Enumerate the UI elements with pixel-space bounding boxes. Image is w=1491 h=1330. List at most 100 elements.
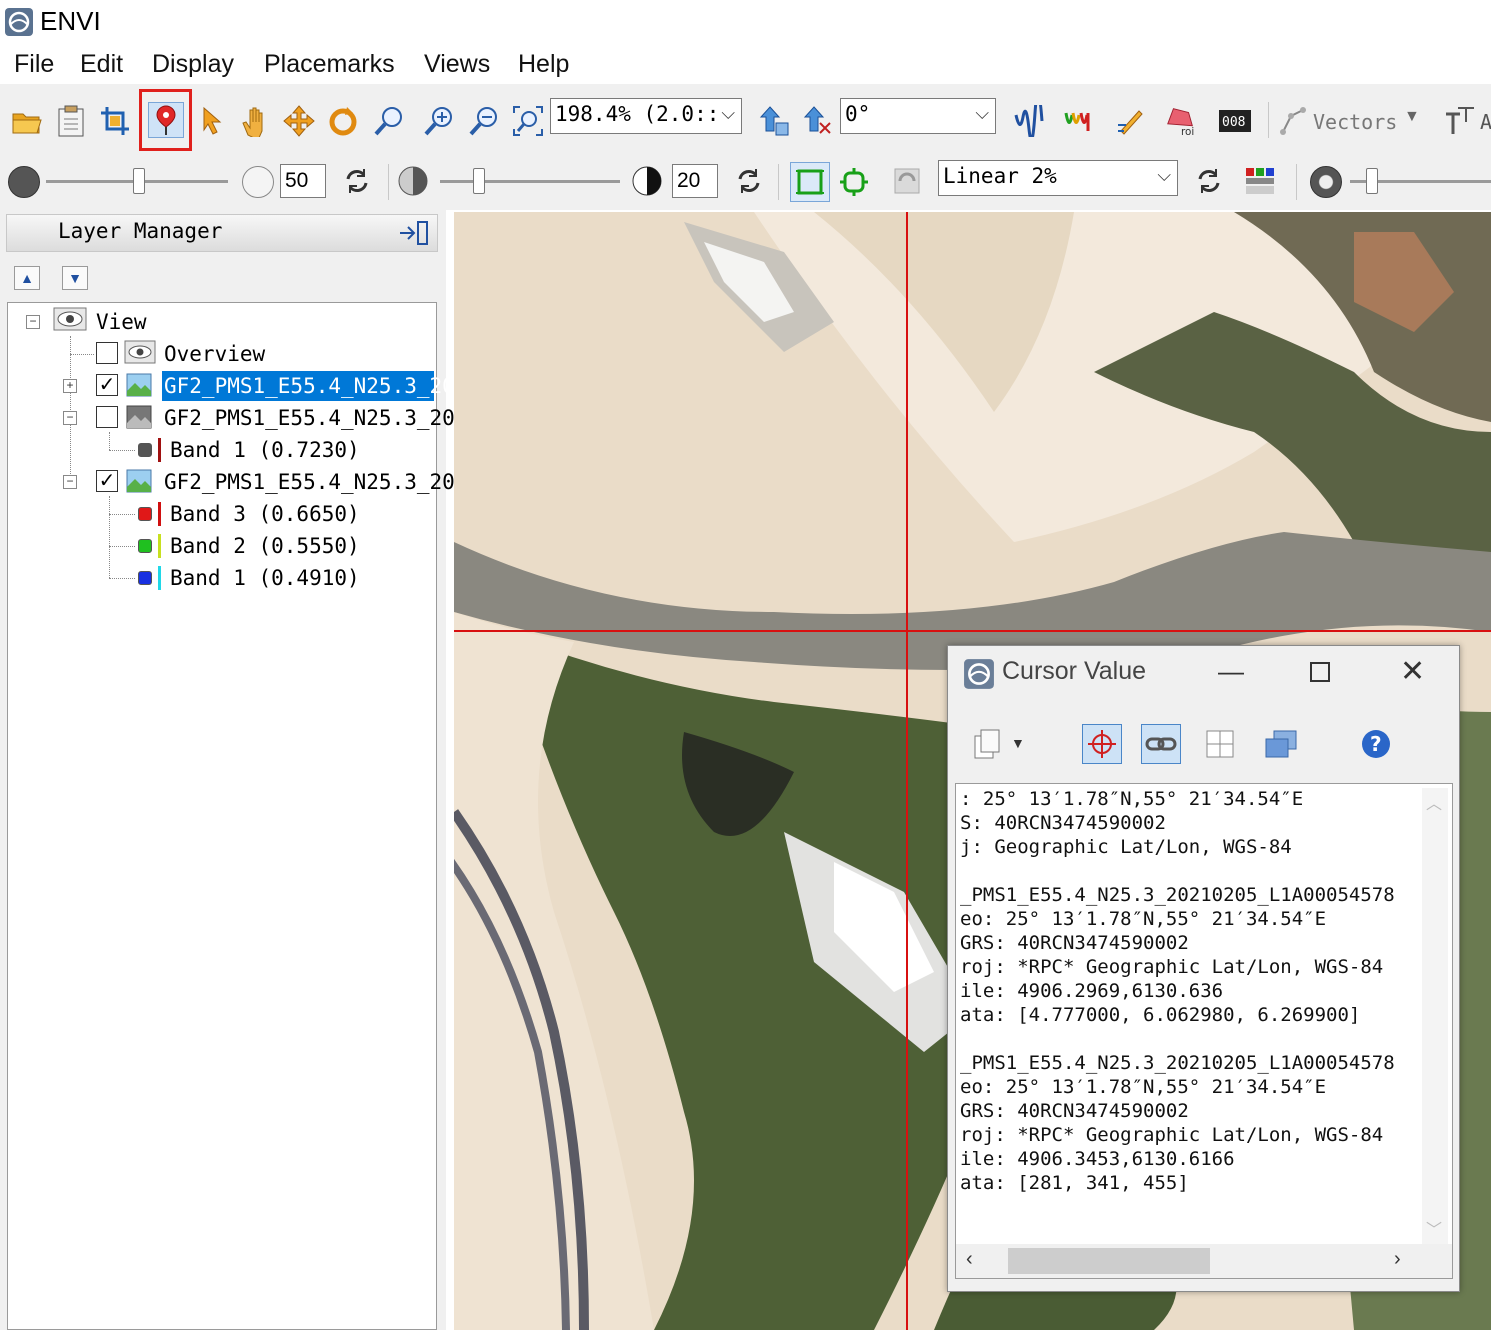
help-icon[interactable]: ? — [1359, 727, 1393, 761]
select-arrow-icon[interactable] — [195, 104, 229, 138]
sharpen-icon — [1310, 166, 1342, 198]
close-button[interactable]: ✕ — [1400, 654, 1425, 689]
menu-views[interactable]: Views — [424, 50, 490, 79]
zoom-in-icon[interactable] — [422, 104, 456, 138]
cursor-value-line: eo: 25° 13′1.78″N,55° 21′34.54″E — [960, 1076, 1327, 1098]
maximize-button[interactable] — [1310, 662, 1330, 682]
horizontal-scroll-thumb[interactable] — [1008, 1248, 1210, 1274]
copy-dropdown-icon[interactable]: ▼ — [1011, 735, 1025, 751]
cursor-value-line: eo: 25° 13′1.78″N,55° 21′34.54″E — [960, 908, 1327, 930]
collapse-layer-toggle[interactable]: − — [63, 411, 77, 425]
sharpen-slider-thumb[interactable] — [1366, 168, 1378, 194]
tree-item-layer-3[interactable]: GF2_PMS1_E55.4_N25.3_20 — [164, 470, 455, 494]
tree-item-band[interactable]: Band 2 (0.5550) — [170, 534, 360, 558]
vectors-label[interactable]: Vectors — [1313, 110, 1397, 134]
collapse-layer-toggle[interactable]: − — [63, 475, 77, 489]
cursor-value-line: roj: *RPC* Geographic Lat/Lon, WGS-84 — [960, 956, 1384, 978]
text-tool-icon[interactable] — [1444, 104, 1478, 138]
cursor-value-line: ile: 4906.2969,6130.636 — [960, 980, 1224, 1002]
stretch-options-icon[interactable] — [890, 164, 924, 198]
tree-item-overview[interactable]: Overview — [164, 342, 265, 366]
tree-connector — [109, 546, 135, 547]
menu-display[interactable]: Display — [152, 50, 234, 79]
zoom-icon[interactable] — [372, 104, 406, 138]
scroll-left-icon[interactable]: ‹ — [966, 1248, 973, 1271]
tree-item-band[interactable]: Band 1 (0.7230) — [170, 438, 360, 462]
expand-layer-toggle[interactable]: + — [63, 379, 77, 393]
rotate-icon[interactable] — [326, 104, 360, 138]
rotate-view-icon[interactable] — [800, 104, 834, 138]
toolbar-separator — [1268, 102, 1269, 138]
vectors-icon[interactable] — [1276, 104, 1310, 138]
menu-edit[interactable]: Edit — [80, 50, 123, 79]
roi-icon[interactable]: roi — [1164, 104, 1198, 138]
contrast-field[interactable]: 20 — [672, 164, 718, 198]
copy-icon[interactable] — [968, 727, 1008, 761]
cursor-value-line: j: Geographic Lat/Lon, WGS-84 — [960, 836, 1292, 858]
crop-icon[interactable] — [98, 104, 132, 138]
scroll-down-icon[interactable]: ﹀ — [1426, 1216, 1442, 1240]
band-color-swatch — [138, 443, 152, 457]
menu-file[interactable]: File — [14, 50, 54, 79]
dock-panel-icon[interactable] — [398, 219, 430, 247]
north-up-icon[interactable] — [756, 104, 790, 138]
move-layer-up-button[interactable]: ▲ — [14, 266, 40, 290]
zoom-combo[interactable]: 198.4% (2.0:: ⌵ — [550, 98, 742, 134]
tree-item-layer-2[interactable]: GF2_PMS1_E55.4_N25.3_20 — [164, 406, 455, 430]
grayscale-layer-icon — [126, 405, 152, 429]
move-layer-down-button[interactable]: ▼ — [62, 266, 88, 290]
contrast-slider-thumb[interactable] — [473, 168, 485, 194]
crosshair-locate-icon[interactable] — [1082, 724, 1122, 764]
contrast-low-icon — [398, 166, 428, 196]
reset-brightness-icon[interactable] — [340, 164, 374, 198]
svg-text:?: ? — [1370, 732, 1382, 756]
menu-help[interactable]: Help — [518, 50, 569, 79]
layer-1-checkbox[interactable]: ✓ — [96, 374, 118, 396]
full-extent-stretch-icon[interactable] — [790, 162, 830, 202]
grid-layout-icon[interactable] — [1203, 727, 1237, 761]
placemark-pin-icon[interactable] — [148, 102, 184, 138]
move-icon[interactable] — [282, 104, 316, 138]
layer-2-checkbox[interactable] — [96, 406, 118, 428]
tree-item-band[interactable]: Band 1 (0.4910) — [170, 566, 360, 590]
layer-3-checkbox[interactable]: ✓ — [96, 470, 118, 492]
app-title: ENVI — [40, 6, 101, 36]
collapse-view-toggle[interactable]: − — [26, 315, 40, 329]
brightness-field[interactable]: 50 — [280, 164, 326, 198]
rotation-combo[interactable]: 0° ⌵ — [840, 98, 996, 134]
tree-connector — [70, 336, 71, 482]
view-extent-stretch-icon[interactable] — [834, 162, 874, 202]
vectors-dropdown-icon[interactable]: ▼ — [1404, 108, 1420, 126]
pan-hand-icon[interactable] — [238, 104, 272, 138]
link-views-icon[interactable] — [1141, 724, 1181, 764]
menu-placemarks[interactable]: Placemarks — [264, 50, 395, 79]
clipboard-icon[interactable] — [54, 104, 88, 138]
cascade-windows-icon[interactable] — [1264, 727, 1298, 761]
reset-contrast-icon[interactable] — [732, 164, 766, 198]
scroll-right-icon[interactable]: › — [1394, 1248, 1401, 1271]
overview-checkbox[interactable] — [96, 342, 118, 364]
band-green-swatch — [138, 539, 152, 553]
refresh-stretch-icon[interactable] — [1192, 164, 1226, 198]
stretch-combo[interactable]: Linear 2% ⌵ — [938, 160, 1178, 196]
zoom-out-icon[interactable] — [467, 104, 501, 138]
scroll-up-icon[interactable]: ︿ — [1426, 790, 1442, 814]
toolbar-separator — [1296, 164, 1297, 200]
zoom-fit-icon[interactable] — [511, 104, 545, 138]
tree-item-band[interactable]: Band 3 (0.6650) — [170, 502, 360, 526]
data-value-icon[interactable]: 008 — [1218, 104, 1252, 138]
open-icon[interactable] — [10, 104, 44, 138]
vertical-scrollbar[interactable] — [1422, 788, 1448, 1244]
color-table-icon[interactable] — [1244, 164, 1278, 198]
annotation-icon[interactable] — [1114, 104, 1148, 138]
contrast-slider-track[interactable] — [440, 180, 620, 183]
tree-item-view[interactable]: View — [96, 310, 147, 334]
spectral-icon[interactable] — [1012, 104, 1046, 138]
minimize-button[interactable]: — — [1218, 656, 1244, 687]
brightness-slider-thumb[interactable] — [133, 168, 145, 194]
cursor-value-text[interactable]: : 25° 13′1.78″N,55° 21′34.54″E S: 40RCN3… — [955, 783, 1453, 1279]
rgb-spectral-icon[interactable] — [1062, 104, 1096, 138]
tree-item-layer-1[interactable]: GF2_PMS1_E55.4_N25.3_20 — [164, 374, 455, 398]
title-bar: ENVI — [0, 0, 1491, 44]
tree-connector — [70, 354, 94, 355]
